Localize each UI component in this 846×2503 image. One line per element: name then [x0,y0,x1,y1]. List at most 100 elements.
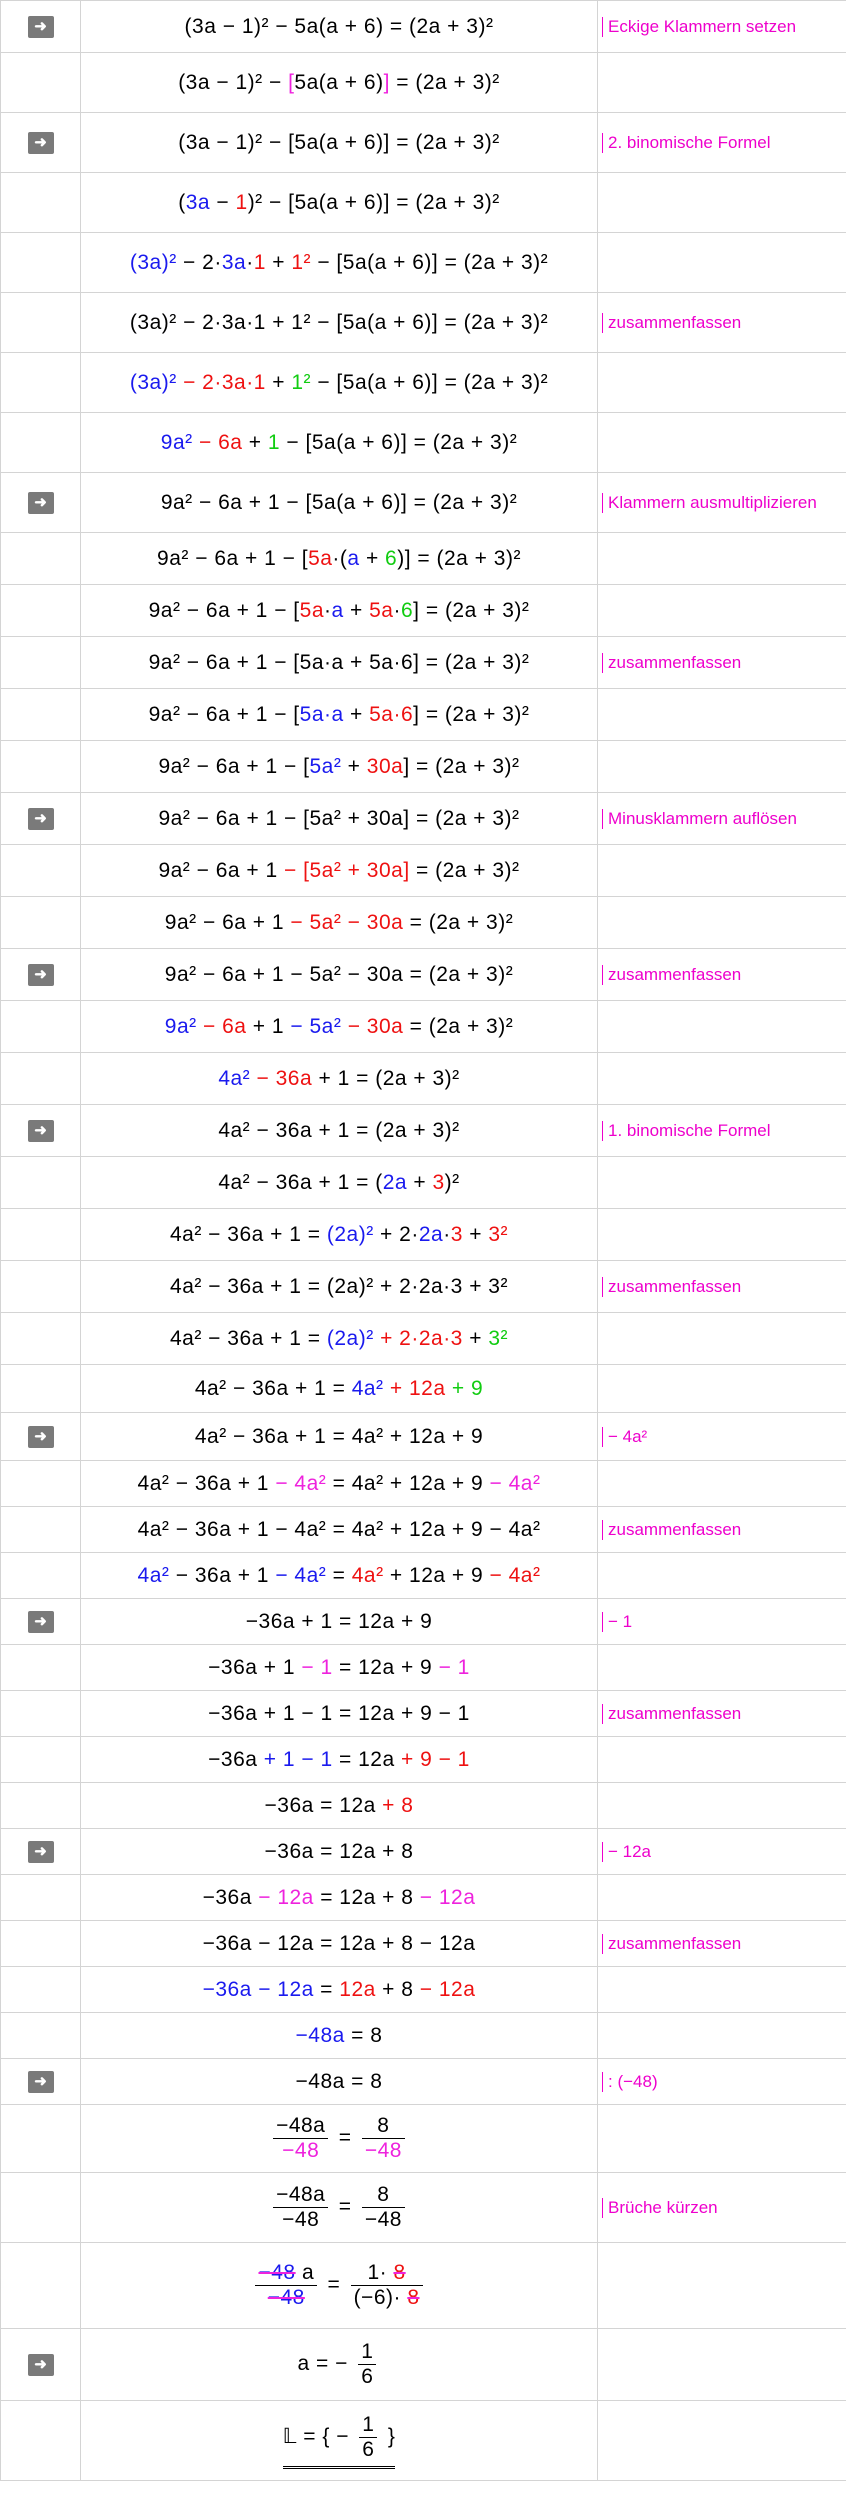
equation: −48a −48 = 8 −48 [80,2172,598,2243]
equation: −36a = 12a + 8 [80,1782,598,1829]
table-row: (3a − 1)² − [5a(a + 6)] = (2a + 3)² [0,172,846,233]
step-arrow-icon[interactable]: ➜ [27,963,54,986]
table-row: −36a + 1 − 1 = 12a + 9 − 1 [0,1644,846,1691]
step-note: zusammenfassen [602,1703,741,1724]
table-row: −48a −48 = 8 −48 Brüche kürzen [0,2172,846,2243]
table-row: 4a² − 36a + 1 = 4a² + 12a + 9 [0,1364,846,1413]
table-row: 4a² − 36a + 1 − 4a² = 4a² + 12a + 9 − 4a… [0,1506,846,1553]
solution-table: ➜ (3a − 1)² − 5a(a + 6) = (2a + 3)² Ecki… [0,0,846,2481]
equation: 9a² − 6a + 1 − [5a·a + 5a·6] = (2a + 3)² [80,584,598,637]
equation: 4a² − 36a + 1 − 4a² = 4a² + 12a + 9 − 4a… [80,1552,598,1599]
equation: −36a + 1 = 12a + 9 [80,1598,598,1645]
equation: (3a)² − 2·3a·1 + 1² − [5a(a + 6)] = (2a … [80,352,598,413]
table-row: 9a² − 6a + 1 − [5a·a + 5a·6] = (2a + 3)² [0,688,846,741]
equation: 4a² − 36a + 1 − 4a² = 4a² + 12a + 9 − 4a… [80,1460,598,1507]
step-arrow-icon[interactable]: ➜ [27,131,54,154]
table-row: −48a = 8 [0,2012,846,2059]
equation: 9a² − 6a + 1 − [5a² + 30a] = (2a + 3)² [80,844,598,897]
step-note: 2. binomische Formel [602,132,771,153]
step-note: Klammern ausmultiplizieren [602,492,817,513]
step-note: zusammenfassen [602,1933,741,1954]
table-row: −36a − 12a = 12a + 8 − 12a [0,1966,846,2013]
table-row: ➜ (3a − 1)² − 5a(a + 6) = (2a + 3)² Ecki… [0,0,846,53]
equation: 9a² − 6a + 1 − [5a(a + 6)] = (2a + 3)² [80,412,598,473]
step-arrow-icon[interactable]: ➜ [27,1840,54,1863]
step-arrow-icon[interactable]: ➜ [27,1610,54,1633]
table-row: (3a)² − 2·3a·1 + 1² − [5a(a + 6)] = (2a … [0,352,846,413]
table-row: 4a² − 36a + 1 = (2a)² + 2·2a·3 + 3² [0,1312,846,1365]
table-row: (3a)² − 2·3a·1 + 1² − [5a(a + 6)] = (2a … [0,292,846,353]
step-note: − 1 [602,1611,632,1632]
table-row: 4a² − 36a + 1 − 4a² = 4a² + 12a + 9 − 4a… [0,1552,846,1599]
equation: −36a = 12a + 8 [80,1828,598,1875]
step-note: : (−48) [602,2071,658,2092]
table-row: 9a² − 6a + 1 − 5a² − 30a = (2a + 3)² [0,896,846,949]
table-row: 𝕃 = { − 16 } [0,2400,846,2481]
equation: 4a² − 36a + 1 = (2a)² + 2·2a·3 + 3² [80,1312,598,1365]
step-note: − 12a [602,1841,651,1862]
equation: −48a −48 = 8 −48 [80,2104,598,2173]
step-note: Minusklammern auflösen [602,808,797,829]
step-note: zusammenfassen [602,312,741,333]
equation: a = − 16 [80,2328,598,2401]
equation: (3a − 1)² − 5a(a + 6) = (2a + 3)² [80,0,598,53]
equation: 9a² − 6a + 1 − [5a(a + 6)] = (2a + 3)² [80,472,598,533]
step-arrow-icon[interactable]: ➜ [27,1425,54,1448]
step-note: zusammenfassen [602,964,741,985]
table-row: 4a² − 36a + 1 = (2a + 3)² [0,1052,846,1105]
table-row: 9a² − 6a + 1 − 5a² − 30a = (2a + 3)² [0,1000,846,1053]
table-row: ➜ 9a² − 6a + 1 − 5a² − 30a = (2a + 3)² z… [0,948,846,1001]
table-row: −36a = 12a + 8 [0,1782,846,1829]
equation: 9a² − 6a + 1 − [5a·a + 5a·6] = (2a + 3)² [80,636,598,689]
table-row: ➜ 4a² − 36a + 1 = (2a + 3)² 1. binomisch… [0,1104,846,1157]
equation: −48a = 8 [80,2058,598,2105]
table-row: ➜ 4a² − 36a + 1 = 4a² + 12a + 9 − 4a² [0,1412,846,1461]
step-note: zusammenfassen [602,1519,741,1540]
table-row: ➜ −36a = 12a + 8 − 12a [0,1828,846,1875]
equation: −36a − 12a = 12a + 8 − 12a [80,1874,598,1921]
step-arrow-icon[interactable]: ➜ [27,15,54,38]
step-arrow-icon[interactable]: ➜ [27,807,54,830]
table-row: 9a² − 6a + 1 − [5a(a + 6)] = (2a + 3)² [0,412,846,473]
equation: −36a + 1 − 1 = 12a + 9 − 1 [80,1736,598,1783]
step-arrow-icon[interactable]: ➜ [27,2353,54,2376]
step-arrow-icon[interactable]: ➜ [27,1119,54,1142]
step-note: Eckige Klammern setzen [602,16,796,37]
table-row: −36a − 12a = 12a + 8 − 12a zusammenfasse… [0,1920,846,1967]
equation: 4a² − 36a + 1 = 4a² + 12a + 9 [80,1364,598,1413]
table-row: 9a² − 6a + 1 − [5a·a + 5a·6] = (2a + 3)² [0,584,846,637]
table-row: 9a² − 6a + 1 − [5a·(a + 6)] = (2a + 3)² [0,532,846,585]
equation: −36a + 1 − 1 = 12a + 9 − 1 [80,1644,598,1691]
table-row: 9a² − 6a + 1 − [5a² + 30a] = (2a + 3)² [0,844,846,897]
step-note: − 4a² [602,1426,647,1447]
step-note: zusammenfassen [602,1276,741,1297]
step-arrow-icon[interactable]: ➜ [27,491,54,514]
table-row: 4a² − 36a + 1 − 4a² = 4a² + 12a + 9 − 4a… [0,1460,846,1507]
table-row: ➜ 9a² − 6a + 1 − [5a² + 30a] = (2a + 3)²… [0,792,846,845]
step-note: 1. binomische Formel [602,1120,771,1141]
equation: −36a + 1 − 1 = 12a + 9 − 1 [80,1690,598,1737]
table-row: −36a + 1 − 1 = 12a + 9 − 1 zusammenfasse… [0,1690,846,1737]
table-row: ➜ −48a = 8 : (−48) [0,2058,846,2105]
table-row: ➜ 9a² − 6a + 1 − [5a(a + 6)] = (2a + 3)²… [0,472,846,533]
table-row: (3a)² − 2·3a·1 + 1² − [5a(a + 6)] = (2a … [0,232,846,293]
step-note: Brüche kürzen [602,2197,718,2218]
table-row: −36a + 1 − 1 = 12a + 9 − 1 [0,1736,846,1783]
equation: −48 a −48 = 1· 8 (−6)· 8 [80,2242,598,2329]
table-row: 4a² − 36a + 1 = (2a)² + 2·2a·3 + 3² [0,1208,846,1261]
table-row: (3a − 1)² − [5a(a + 6)] = (2a + 3)² [0,52,846,113]
table-row: −48a −48 = 8 −48 [0,2104,846,2173]
equation: 4a² − 36a + 1 = (2a)² + 2·2a·3 + 3² [80,1208,598,1261]
table-row: 4a² − 36a + 1 = (2a + 3)² [0,1156,846,1209]
equation: 4a² − 36a + 1 = (2a + 3)² [80,1104,598,1157]
equation: −48a = 8 [80,2012,598,2059]
equation: 4a² − 36a + 1 = (2a)² + 2·2a·3 + 3² [80,1260,598,1313]
step-arrow-icon[interactable]: ➜ [27,2070,54,2093]
equation: 9a² − 6a + 1 − [5a·(a + 6)] = (2a + 3)² [80,532,598,585]
equation: 9a² − 6a + 1 − [5a·a + 5a·6] = (2a + 3)² [80,688,598,741]
equation: 4a² − 36a + 1 − 4a² = 4a² + 12a + 9 − 4a… [80,1506,598,1553]
equation: 4a² − 36a + 1 = 4a² + 12a + 9 [80,1412,598,1461]
equation: 4a² − 36a + 1 = (2a + 3)² [80,1156,598,1209]
equation: 9a² − 6a + 1 − [5a² + 30a] = (2a + 3)² [80,740,598,793]
table-row: ➜ a = − 16 [0,2328,846,2401]
